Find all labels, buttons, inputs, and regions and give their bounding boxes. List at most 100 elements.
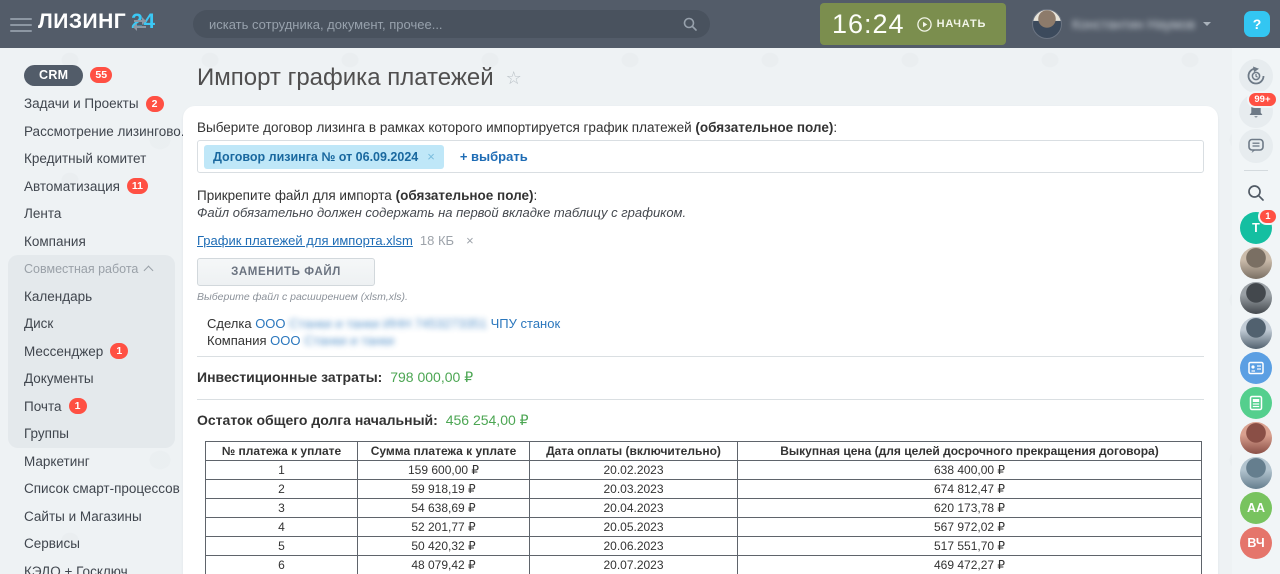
- table-cell: 52 201,77 ₽: [358, 518, 530, 537]
- sidebar-item-label: CRM: [24, 65, 83, 86]
- avatar-photo-2[interactable]: [1239, 280, 1274, 315]
- worktime-history-icon-visual: [1239, 59, 1273, 93]
- counter-badge: 1: [1258, 208, 1277, 225]
- sidebar-item-label: Группы: [24, 426, 69, 441]
- import-form-card: Выберите договор лизинга в рамках которо…: [183, 106, 1218, 574]
- sidebar-item-mail[interactable]: Почта1: [24, 393, 175, 421]
- sidebar-item-label: Сервисы: [24, 536, 80, 551]
- notifications-bell-icon[interactable]: 99+: [1239, 93, 1274, 128]
- sidebar-item-company[interactable]: Компания: [24, 228, 185, 256]
- sidebar-item-credit-committee[interactable]: Кредитный комитет: [24, 145, 185, 173]
- investment-label: Инвестиционные затраты:: [197, 369, 382, 385]
- table-cell: 20.07.2023: [530, 556, 738, 574]
- favorite-star-icon[interactable]: ☆: [506, 68, 522, 89]
- sidebar-item-label: Мессенджер: [24, 344, 103, 359]
- help-label: ?: [1253, 16, 1262, 32]
- table-cell: 620 173,78 ₽: [738, 499, 1202, 518]
- worktime-history-icon[interactable]: [1239, 58, 1274, 93]
- sidebar-item-leasing-review[interactable]: Рассмотрение лизингово...: [24, 118, 185, 146]
- play-icon: [917, 17, 932, 32]
- sidebar-item-label: Компания: [24, 234, 86, 249]
- contract-chip[interactable]: Договор лизинга № от 06.09.2024 ×: [204, 145, 444, 169]
- deal-link[interactable]: ООО Станки и танки ИНН 7453273351 ЧПУ ст…: [255, 316, 560, 331]
- sidebar-item-feed[interactable]: Лента: [24, 200, 185, 228]
- news-doc-icon[interactable]: [1239, 385, 1274, 420]
- search-input[interactable]: [193, 10, 710, 38]
- sidebar-item-label: Почта: [24, 399, 62, 414]
- avatar-photo-3[interactable]: [1239, 315, 1274, 350]
- topbar: ЛИЗИНГ24 16:24 НАЧАТЬ Константин Наумов …: [0, 0, 1280, 48]
- sidebar-item-kedo-goskey[interactable]: КЭДО + Госключ: [24, 558, 185, 574]
- counter-badge: 99+: [1247, 91, 1277, 108]
- sidebar-item-sites-stores[interactable]: Сайты и Магазины: [24, 503, 185, 531]
- table-row: 452 201,77 ₽20.05.2023567 972,02 ₽: [206, 518, 1202, 537]
- sidebar-item-tasks-projects[interactable]: Задачи и Проекты2: [24, 90, 185, 118]
- replace-file-button[interactable]: ЗАМЕНИТЬ ФАЙЛ: [197, 258, 375, 286]
- user-name: Константин Наумов: [1072, 17, 1195, 32]
- table-cell: 48 079,42 ₽: [358, 556, 530, 574]
- sidebar-item-calendar[interactable]: Календарь: [24, 283, 175, 311]
- add-contract-link[interactable]: + выбрать: [460, 149, 528, 164]
- table-cell: 20.03.2023: [530, 480, 738, 499]
- timer-start-label: НАЧАТЬ: [937, 18, 987, 30]
- company-link[interactable]: ООО Станки и танки: [270, 333, 394, 348]
- debt-label: Остаток общего долга начальный:: [197, 412, 438, 428]
- switch-arrows-icon[interactable]: [133, 17, 149, 31]
- debt-value: 456 254,00 ₽: [446, 412, 529, 428]
- avatar-aa-visual: AA: [1240, 492, 1272, 524]
- sidebar-item-smart-processes[interactable]: Список смарт-процессов: [24, 475, 185, 503]
- sidebar-item-label: Документы: [24, 371, 94, 386]
- menu-hamburger-icon[interactable]: [10, 14, 32, 34]
- sidebar-item-groups[interactable]: Группы: [24, 420, 175, 448]
- avatar-vch[interactable]: ВЧ: [1239, 525, 1274, 560]
- chevron-down-icon: [1203, 22, 1211, 30]
- company-blurred-text: Станки и танки: [304, 333, 394, 348]
- debt-total-row: Остаток общего долга начальный: 456 254,…: [197, 407, 1204, 435]
- avatar-photo-5[interactable]: [1239, 455, 1274, 490]
- user-menu[interactable]: Константин Наумов: [1032, 9, 1211, 39]
- chip-remove-icon[interactable]: ×: [427, 149, 435, 164]
- main-content: Импорт графика платежей ☆ Выберите догов…: [183, 48, 1232, 574]
- timer-start-button[interactable]: НАЧАТЬ: [917, 17, 987, 32]
- sidebar-group-header[interactable]: Совместная работа: [24, 255, 175, 283]
- contact-card-icon[interactable]: [1239, 350, 1274, 385]
- table-cell: 20.06.2023: [530, 537, 738, 556]
- avatar-photo-1[interactable]: [1239, 245, 1274, 280]
- sidebar-item-label: КЭДО + Госключ: [24, 564, 128, 574]
- deal-blurred-text: Станки и танки ИНН 7453273351: [289, 316, 487, 331]
- sidebar-item-messenger[interactable]: Мессенджер1: [24, 338, 175, 366]
- news-doc-icon-visual: [1240, 387, 1272, 419]
- contact-card-icon-visual: [1240, 352, 1272, 384]
- table-cell: 517 551,70 ₽: [738, 537, 1202, 556]
- chat-bubble-icon[interactable]: [1239, 128, 1274, 163]
- required-note: (обязательное поле): [396, 188, 534, 203]
- table-cell: 159 600,00 ₽: [358, 461, 530, 480]
- user-avatar: [1032, 9, 1062, 39]
- attached-file-size: 18 КБ: [420, 233, 454, 248]
- sidebar-item-label: Маркетинг: [24, 454, 90, 469]
- sidebar-item-label: Кредитный комитет: [24, 151, 146, 166]
- avatar-photo-1-visual: [1240, 247, 1272, 279]
- table-cell: 2: [206, 480, 358, 499]
- sidebar-item-disk[interactable]: Диск: [24, 310, 175, 338]
- table-cell: 50 420,32 ₽: [358, 537, 530, 556]
- sidebar-item-automation[interactable]: Автоматизация11: [24, 173, 185, 201]
- divider: [197, 399, 1204, 400]
- avatar-aa[interactable]: AA: [1239, 490, 1274, 525]
- sidebar-item-crm[interactable]: CRM55: [24, 60, 185, 90]
- attach-file-label: Прикрепите файл для импорта (обязательно…: [197, 188, 1204, 203]
- help-button[interactable]: ?: [1244, 11, 1270, 37]
- file-remove-icon[interactable]: ×: [466, 233, 474, 248]
- contract-select-field[interactable]: Договор лизинга № от 06.09.2024 × + выбр…: [197, 140, 1204, 173]
- table-row: 354 638,69 ₽20.04.2023620 173,78 ₽: [206, 499, 1202, 518]
- avatar-photo-4[interactable]: [1239, 420, 1274, 455]
- workday-timer[interactable]: 16:24 НАЧАТЬ: [820, 3, 1006, 45]
- avatar-t[interactable]: T1: [1239, 210, 1274, 245]
- table-cell: 469 472,27 ₽: [738, 556, 1202, 574]
- search-icon[interactable]: [1239, 175, 1274, 210]
- sidebar-item-services[interactable]: Сервисы: [24, 530, 185, 558]
- sidebar-item-marketing[interactable]: Маркетинг: [24, 448, 185, 476]
- search-icon-visual: [1246, 183, 1266, 203]
- attached-file-link[interactable]: График платежей для импорта.xlsm: [197, 233, 413, 248]
- sidebar-item-documents[interactable]: Документы: [24, 365, 175, 393]
